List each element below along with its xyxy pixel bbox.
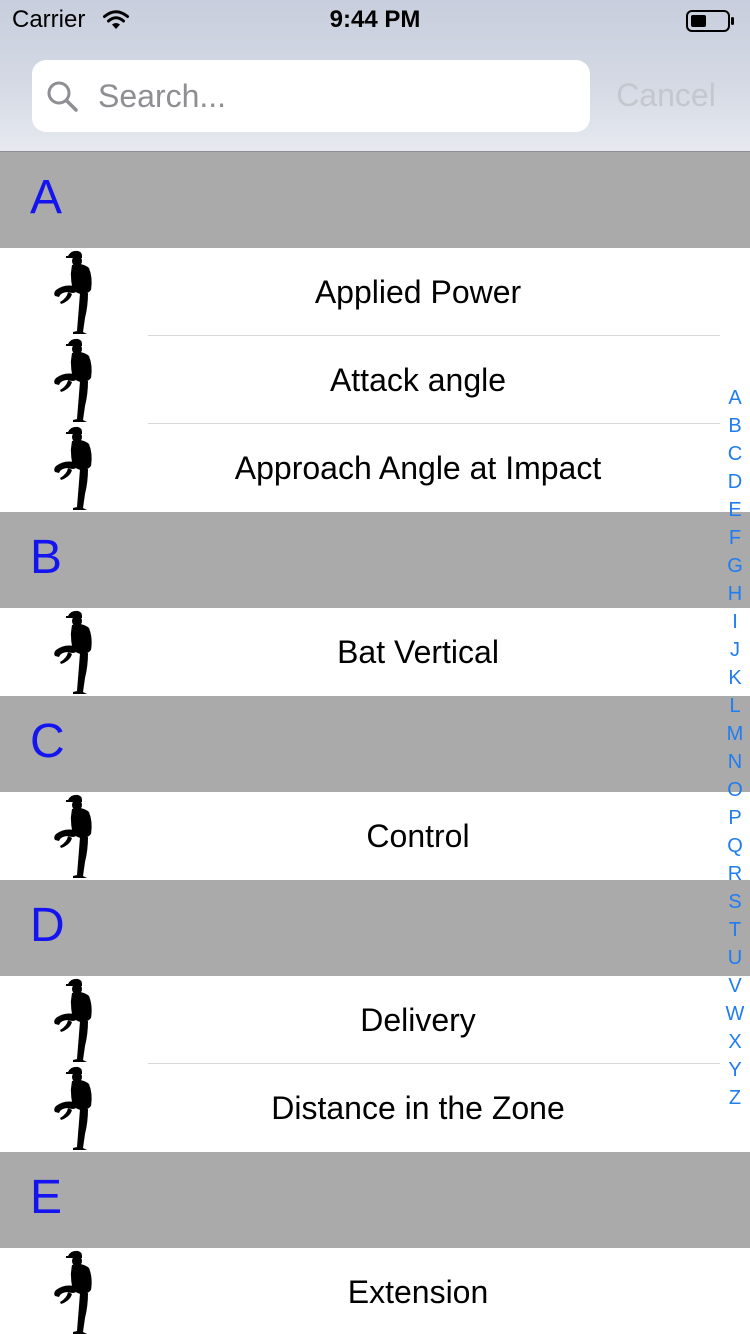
row-label: Distance in the Zone — [271, 1090, 565, 1126]
battery-icon — [686, 10, 734, 32]
index-letter-y[interactable]: Y — [722, 1056, 748, 1084]
index-letter-b[interactable]: B — [722, 412, 748, 440]
row-label: Delivery — [360, 1002, 476, 1038]
section-letter: B — [30, 531, 63, 584]
index-letter-n[interactable]: N — [722, 748, 748, 776]
table-row[interactable]: Attack angle — [0, 336, 750, 424]
table-row[interactable]: Approach Angle at Impact — [0, 424, 750, 512]
index-letter-k[interactable]: K — [722, 664, 748, 692]
index-letter-s[interactable]: S — [722, 888, 748, 916]
row-label: Attack angle — [329, 362, 507, 398]
section-letter: E — [30, 1171, 63, 1224]
table-row[interactable]: Extension — [0, 1248, 750, 1334]
pitcher-silhouette-icon — [54, 610, 92, 694]
section-header-c: C — [0, 696, 750, 792]
index-letter-f[interactable]: F — [722, 524, 748, 552]
index-letter-q[interactable]: Q — [722, 832, 748, 860]
index-letter-z[interactable]: Z — [722, 1084, 748, 1112]
pitcher-silhouette-icon — [54, 978, 92, 1062]
index-letter-d[interactable]: D — [722, 468, 748, 496]
pitcher-silhouette-icon — [54, 1066, 92, 1150]
section-letter: D — [30, 899, 65, 952]
section-header-e: E — [0, 1152, 750, 1248]
pitcher-silhouette-icon — [54, 426, 92, 510]
cancel-button[interactable]: Cancel — [606, 72, 726, 118]
section-letter: C — [30, 715, 65, 768]
section-header-a: A — [0, 152, 750, 248]
row-label: Approach Angle at Impact — [234, 450, 602, 486]
section-index[interactable]: ABCDEFGHIJKLMNOPQRSTUVWXYZ — [722, 384, 748, 1112]
status-bar: Carrier 9:44 PM — [0, 0, 750, 40]
table-row[interactable]: Control — [0, 792, 750, 880]
index-letter-u[interactable]: U — [722, 944, 748, 972]
row-label: Bat Vertical — [337, 634, 499, 670]
index-letter-l[interactable]: L — [722, 692, 748, 720]
pitcher-silhouette-icon — [54, 250, 92, 334]
search-icon — [47, 81, 78, 112]
index-letter-a[interactable]: A — [722, 384, 748, 412]
search-bar[interactable] — [32, 60, 590, 132]
index-letter-v[interactable]: V — [722, 972, 748, 1000]
pitcher-silhouette-icon — [54, 338, 92, 422]
section-header-b: B — [0, 512, 750, 608]
index-letter-r[interactable]: R — [722, 860, 748, 888]
index-letter-i[interactable]: I — [722, 608, 748, 636]
pitcher-silhouette-icon — [54, 794, 92, 878]
index-letter-j[interactable]: J — [722, 636, 748, 664]
index-letter-h[interactable]: H — [722, 580, 748, 608]
index-letter-m[interactable]: M — [722, 720, 748, 748]
section-letter: A — [30, 171, 63, 224]
index-letter-c[interactable]: C — [722, 440, 748, 468]
section-header-d: D — [0, 880, 750, 976]
row-label: Applied Power — [314, 274, 522, 310]
status-time: 9:44 PM — [329, 6, 421, 33]
table-row[interactable]: Bat Vertical — [0, 608, 750, 696]
table-row[interactable]: Applied Power — [0, 248, 750, 336]
header: Carrier 9:44 PM Cancel — [0, 0, 750, 152]
index-letter-e[interactable]: E — [722, 496, 748, 524]
index-letter-t[interactable]: T — [722, 916, 748, 944]
row-label: Extension — [347, 1274, 489, 1310]
index-letter-g[interactable]: G — [722, 552, 748, 580]
row-label: Control — [366, 818, 470, 854]
search-input[interactable] — [98, 60, 568, 132]
table-row[interactable]: Delivery — [0, 976, 750, 1064]
pitcher-silhouette-icon — [54, 1250, 92, 1334]
index-letter-w[interactable]: W — [722, 1000, 748, 1028]
index-letter-x[interactable]: X — [722, 1028, 748, 1056]
index-letter-o[interactable]: O — [722, 776, 748, 804]
table-row[interactable]: Distance in the Zone — [0, 1064, 750, 1152]
index-letter-p[interactable]: P — [722, 804, 748, 832]
